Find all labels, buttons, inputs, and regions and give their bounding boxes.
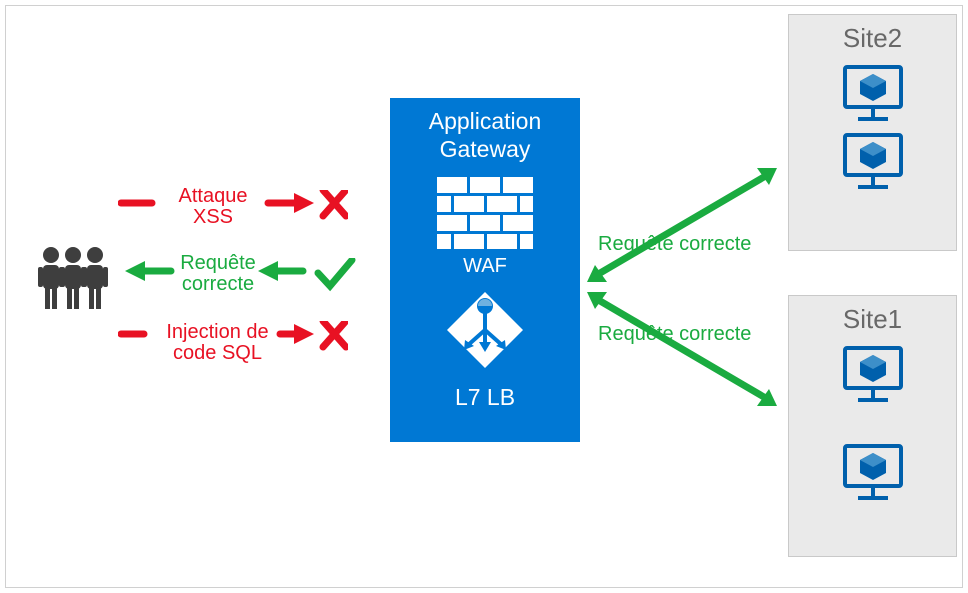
site1-title: Site1 bbox=[789, 304, 956, 335]
label-valid-bottom: Requête correcte bbox=[598, 324, 768, 345]
gateway-title: Application Gateway bbox=[390, 108, 580, 163]
site2-box: Site2 bbox=[788, 14, 957, 251]
arrow-to-site2 bbox=[581, 160, 789, 290]
arrow-sql bbox=[118, 321, 348, 357]
load-balancer-icon bbox=[445, 290, 525, 370]
label-valid-top: Requête correcte bbox=[598, 234, 768, 255]
waf-label: WAF bbox=[390, 255, 580, 278]
site2-title: Site2 bbox=[789, 23, 956, 54]
gateway-title-line2: Gateway bbox=[440, 136, 531, 162]
firewall-icon bbox=[437, 177, 533, 249]
arrow-xss bbox=[118, 190, 348, 226]
vm-icon bbox=[842, 345, 904, 403]
users-icon bbox=[34, 243, 112, 313]
site1-box: Site1 bbox=[788, 295, 957, 557]
vm-icon bbox=[842, 443, 904, 501]
arrow-valid bbox=[118, 258, 358, 298]
l7-lb-label: L7 LB bbox=[390, 384, 580, 411]
gateway-title-line1: Application bbox=[429, 108, 542, 134]
application-gateway-box: Application Gateway WAF L7 LB bbox=[390, 98, 580, 442]
vm-icon bbox=[842, 132, 904, 190]
vm-icon bbox=[842, 64, 904, 122]
arrow-to-site1 bbox=[581, 284, 789, 414]
